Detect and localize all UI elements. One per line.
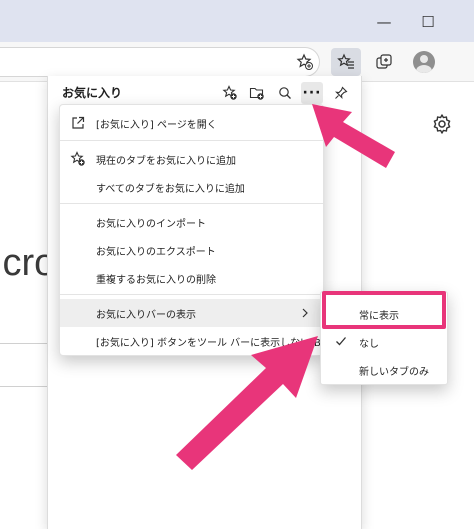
submenu-item-label: 新しいタブのみ: [359, 367, 429, 378]
collections-icon[interactable]: [370, 48, 398, 76]
close-button[interactable]: [450, 8, 474, 36]
open-external-icon: [70, 115, 86, 131]
menu-item-label: [お気に入り] ボタンをツール バーに表示しない(B): [96, 337, 325, 349]
favorites-pane-title: お気に入り: [62, 86, 123, 100]
menu-divider: [60, 140, 323, 141]
menu-item-label: すべてのタブをお気に入りに追加: [96, 183, 245, 195]
menu-item-label: [お気に入り] ページを開く: [96, 119, 217, 131]
menu-item-export-favorites[interactable]: お気に入りのエクスポート: [60, 236, 323, 264]
title-bar: — ☐: [0, 0, 474, 42]
add-favorite-star-icon[interactable]: [291, 48, 319, 76]
submenu-item-label: なし: [359, 339, 379, 350]
avatar-icon: [413, 51, 435, 73]
menu-item-label: お気に入りのエクスポート: [96, 246, 216, 258]
add-favorite-star-icon: [70, 151, 86, 167]
minimize-button[interactable]: —: [364, 8, 404, 36]
chevron-right-icon: [300, 308, 310, 318]
menu-divider: [60, 203, 323, 204]
settings-gear-icon[interactable]: [430, 112, 454, 136]
maximize-button[interactable]: ☐: [408, 8, 448, 36]
menu-item-label: 重複するお気に入りの削除: [96, 274, 216, 286]
menu-item-hide-favorites-button[interactable]: [お気に入り] ボタンをツール バーに表示しない(B): [60, 327, 325, 355]
menu-item-label: お気に入りバーの表示: [96, 309, 196, 321]
more-options-icon[interactable]: ···: [301, 82, 323, 104]
menu-item-open-favorites-page[interactable]: [お気に入り] ページを開く: [60, 109, 323, 137]
favorites-context-menu: [お気に入り] ページを開く 現在のタブをお気に入りに追加 すべてのタブをお気に…: [59, 104, 325, 356]
menu-item-add-all-tabs[interactable]: すべてのタブをお気に入りに追加: [60, 173, 323, 201]
menu-divider: [60, 294, 323, 295]
add-favorite-icon[interactable]: [219, 82, 241, 104]
menu-item-show-favorites-bar[interactable]: お気に入りバーの表示: [60, 299, 323, 327]
address-bar[interactable]: [0, 47, 320, 77]
search-icon[interactable]: [274, 82, 296, 104]
menu-item-import-favorites[interactable]: お気に入りのインポート: [60, 208, 323, 236]
menu-item-remove-duplicates[interactable]: 重複するお気に入りの削除: [60, 264, 323, 292]
menu-item-label: 現在のタブをお気に入りに追加: [96, 155, 236, 167]
add-folder-icon[interactable]: [246, 82, 268, 104]
favorites-icon[interactable]: [331, 48, 361, 76]
pin-icon[interactable]: [330, 82, 352, 104]
menu-item-add-current-tab[interactable]: 現在のタブをお気に入りに追加: [60, 145, 323, 173]
submenu-item-never[interactable]: なし: [321, 327, 447, 355]
annotation-highlight-box: [322, 291, 446, 329]
menu-item-label: お気に入りのインポート: [96, 218, 206, 230]
submenu-item-new-tabs-only[interactable]: 新しいタブのみ: [321, 355, 447, 383]
profile-avatar[interactable]: [410, 48, 438, 76]
checkmark-icon: [335, 335, 347, 347]
